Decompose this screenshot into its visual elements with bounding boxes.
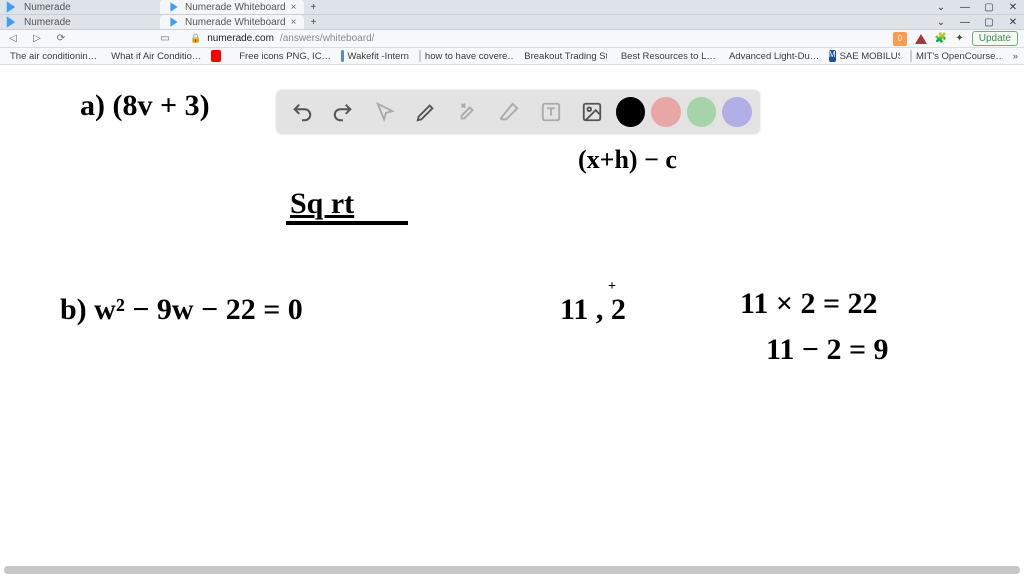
redo-button[interactable] xyxy=(325,94,360,130)
bookmark-label: Wakefit -Intern xyxy=(348,51,409,62)
bookmark-item[interactable]: how to have covere… xyxy=(419,50,514,62)
bookmark-item[interactable] xyxy=(211,50,225,62)
color-pink[interactable] xyxy=(651,97,681,127)
address-bar-row: ◁ ▷ ⟳ ▭ 🔒 numerade.com /answers/whiteboa… xyxy=(0,30,1024,48)
browser-tab[interactable]: Numerade Whiteboard × xyxy=(160,0,304,14)
bookmark-item[interactable]: MIT's OpenCourse… xyxy=(910,50,1003,62)
nav-back-icon[interactable]: ◁ xyxy=(6,33,20,44)
eraser-button[interactable] xyxy=(491,94,526,130)
image-icon xyxy=(581,101,603,123)
new-tab-button[interactable]: + xyxy=(310,2,316,13)
tracker-shield-icon[interactable]: 0 xyxy=(893,32,907,46)
bookmark-item[interactable]: Breakout Trading St… xyxy=(524,51,607,62)
app-title: Numerade xyxy=(24,17,134,28)
bookmark-label: The air conditionin… xyxy=(10,51,97,62)
warning-triangle-icon[interactable] xyxy=(915,34,927,44)
app-title: Numerade xyxy=(24,2,134,13)
bookmark-item[interactable]: Best Resources to L… xyxy=(617,50,715,62)
text-icon xyxy=(540,101,562,123)
window-close-icon[interactable]: ✕ xyxy=(1006,17,1020,28)
bookmark-star-icon[interactable]: ✦ xyxy=(955,33,963,44)
bookmark-label: Breakout Trading St… xyxy=(524,51,607,62)
bookmarks-bar: The air conditionin… What if Air Conditi… xyxy=(0,48,1024,65)
tab-close-icon[interactable]: × xyxy=(291,2,297,13)
handwriting-sqrt: Sq rt xyxy=(290,187,354,221)
app-logo-icon xyxy=(4,15,18,29)
pointer-icon xyxy=(374,101,396,123)
window-minimize-icon[interactable]: — xyxy=(958,17,972,28)
window-dropdown-icon[interactable]: ⌄ xyxy=(934,2,948,13)
pointer-button[interactable] xyxy=(367,94,402,130)
undo-icon xyxy=(291,101,313,123)
bookmarks-overflow-icon[interactable]: » xyxy=(1013,51,1018,62)
window-maximize-icon[interactable]: ▢ xyxy=(982,2,996,13)
url-path: /answers/whiteboard/ xyxy=(280,33,375,44)
favicon-icon: M xyxy=(829,50,836,62)
window-titlebar-2: Numerade Numerade Whiteboard × + ⌄ — ▢ ✕ xyxy=(0,15,1024,30)
window-minimize-icon[interactable]: — xyxy=(958,2,972,13)
bookmark-item[interactable]: Free icons PNG, IC… xyxy=(235,50,330,62)
bookmark-item[interactable]: Advanced Light-Du… xyxy=(725,50,819,62)
image-button[interactable] xyxy=(574,94,609,130)
tools-icon xyxy=(457,101,479,123)
whiteboard-canvas[interactable]: a) (8v + 3) (x+h) − c Sq rt b) w² − 9w −… xyxy=(0,65,1024,566)
youtube-icon xyxy=(211,50,221,62)
update-button[interactable]: Update xyxy=(972,31,1018,46)
bookmark-item[interactable]: M SAE MOBILUS xyxy=(829,50,900,62)
handwriting-sub: 11 − 2 = 9 xyxy=(766,333,889,367)
color-black[interactable] xyxy=(616,97,646,127)
tab-title: Numerade Whiteboard xyxy=(185,2,286,13)
handwriting-line-a: a) (8v + 3) xyxy=(80,89,210,123)
bookmark-label: SAE MOBILUS xyxy=(840,51,900,62)
browser-tab[interactable]: Numerade Whiteboard × xyxy=(160,15,304,29)
lock-icon: 🔒 xyxy=(190,33,201,44)
bookmark-item[interactable]: The air conditionin… xyxy=(6,50,97,62)
handwriting-partial: (x+h) − c xyxy=(578,145,677,175)
color-purple[interactable] xyxy=(722,97,752,127)
pen-button[interactable] xyxy=(408,94,443,130)
handwriting-mult: 11 × 2 = 22 xyxy=(740,287,878,321)
tab-favicon-icon xyxy=(168,16,180,28)
address-bar[interactable]: 🔒 numerade.com /answers/whiteboard/ xyxy=(190,33,374,44)
extension-icon[interactable]: 🧩 xyxy=(935,33,947,44)
text-button[interactable] xyxy=(533,94,568,130)
tools-button[interactable] xyxy=(450,94,485,130)
window-titlebar-1: Numerade Numerade Whiteboard × + ⌄ — ▢ ✕ xyxy=(0,0,1024,15)
nav-forward-icon[interactable]: ▷ xyxy=(30,33,44,44)
handwriting-line-b: b) w² − 9w − 22 = 0 xyxy=(60,293,303,327)
color-green[interactable] xyxy=(687,97,717,127)
tab-title: Numerade Whiteboard xyxy=(185,17,286,28)
tab-favicon-icon xyxy=(168,1,180,13)
undo-button[interactable] xyxy=(284,94,319,130)
bookmark-label: Free icons PNG, IC… xyxy=(239,51,330,62)
bookmark-label: how to have covere… xyxy=(425,51,514,62)
redo-icon xyxy=(332,101,354,123)
google-icon xyxy=(910,50,912,62)
handwriting-underline xyxy=(286,221,408,225)
handwriting-factors: 11 , 2 xyxy=(560,293,626,327)
google-icon xyxy=(419,50,421,62)
new-tab-button[interactable]: + xyxy=(310,17,316,28)
reader-mode-icon[interactable]: ▭ xyxy=(158,33,172,44)
drawing-toolbar xyxy=(276,90,760,134)
bookmark-label: MIT's OpenCourse… xyxy=(916,51,1003,62)
url-domain: numerade.com xyxy=(207,33,274,44)
window-maximize-icon[interactable]: ▢ xyxy=(982,17,996,28)
window-close-icon[interactable]: ✕ xyxy=(1006,2,1020,13)
favicon-icon xyxy=(341,50,344,62)
window-dropdown-icon[interactable]: ⌄ xyxy=(934,17,948,28)
bookmark-item[interactable]: Wakefit -Intern xyxy=(341,50,409,62)
tab-close-icon[interactable]: × xyxy=(291,17,297,28)
bookmark-label: Advanced Light-Du… xyxy=(729,51,819,62)
bookmark-label: What if Air Conditio… xyxy=(111,51,201,62)
bookmark-item[interactable]: What if Air Conditio… xyxy=(107,50,201,62)
app-logo-icon xyxy=(4,0,18,14)
pen-icon xyxy=(415,101,437,123)
scrollbar-thumb[interactable] xyxy=(4,566,1020,574)
bookmark-label: Best Resources to L… xyxy=(621,51,715,62)
eraser-icon xyxy=(498,101,520,123)
nav-reload-icon[interactable]: ⟳ xyxy=(54,33,68,44)
horizontal-scrollbar[interactable] xyxy=(4,566,1020,574)
